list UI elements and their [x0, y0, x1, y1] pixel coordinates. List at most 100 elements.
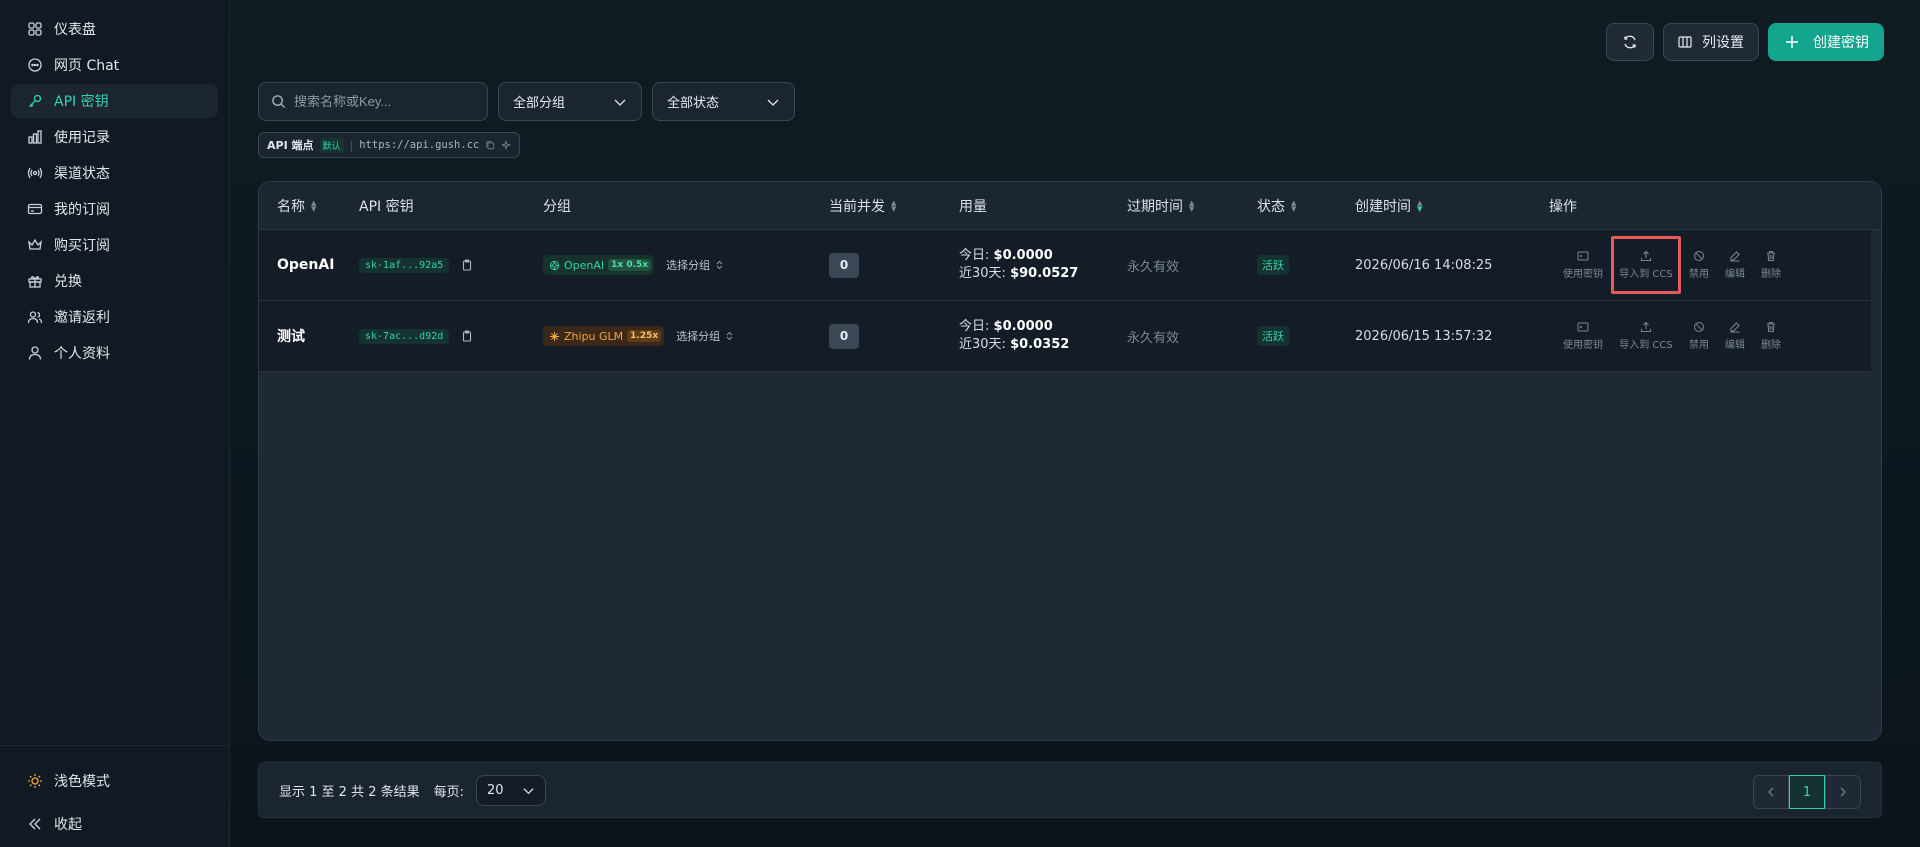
- header-name[interactable]: 名称 ▲ ▼: [259, 196, 359, 216]
- clipboard-icon[interactable]: [461, 330, 473, 342]
- collapse-label: 收起: [54, 817, 82, 833]
- api-endpoint-bar: API 端点 默认 | https://api.gush.cc: [258, 132, 521, 158]
- plus-icon: [1785, 35, 1799, 49]
- sidebar-item-dashboard[interactable]: 仪表盘: [11, 12, 218, 46]
- group-filter-select[interactable]: 全部分组: [498, 82, 642, 121]
- prev-page-button[interactable]: [1753, 775, 1789, 809]
- header-group-label: 分组: [543, 198, 571, 215]
- group-select[interactable]: 选择分组: [676, 328, 733, 344]
- page-controls: 1: [1753, 775, 1861, 809]
- column-settings-label: 列设置: [1702, 34, 1744, 50]
- edit-button[interactable]: 编辑: [1717, 307, 1753, 365]
- header-key: API 密钥: [359, 196, 543, 216]
- gift-icon: [27, 273, 43, 289]
- sparkle-icon[interactable]: [501, 140, 511, 150]
- sidebar-item-label: 我的订阅: [54, 202, 110, 218]
- sidebar-item-label: 邀请返利: [54, 310, 110, 326]
- refresh-button[interactable]: [1606, 23, 1654, 61]
- chat-icon: [27, 57, 43, 73]
- header-concurrency-label: 当前并发: [829, 198, 885, 215]
- use-key-button[interactable]: 使用密钥: [1555, 307, 1611, 365]
- sidebar: 仪表盘 网页 Chat API 密钥 使用记录 渠道状态 我的订阅 购买订阅 兑…: [0, 0, 230, 847]
- cell-status: 活跃: [1257, 326, 1355, 346]
- edit-button[interactable]: 编辑: [1717, 236, 1753, 294]
- default-badge: 默认: [319, 137, 344, 153]
- header-status-label: 状态: [1257, 198, 1285, 215]
- sidebar-item-referral[interactable]: 邀请返利: [11, 300, 218, 334]
- table-row: OpenAI sk-1af...92a5 OpenAI 1x 0.5x 选择分组…: [259, 230, 1871, 301]
- per-page-select[interactable]: 20: [476, 774, 546, 806]
- delete-label: 删除: [1761, 340, 1781, 351]
- delete-button[interactable]: 删除: [1753, 307, 1789, 365]
- sidebar-item-channel-status[interactable]: 渠道状态: [11, 156, 218, 190]
- api-key-value: sk-1af...92a5: [359, 257, 450, 273]
- double-chevron-left-icon: [27, 816, 43, 832]
- disable-button[interactable]: 禁用: [1681, 307, 1717, 365]
- main-content: 列设置 创建密钥 全部分组: [230, 0, 1920, 847]
- search-input[interactable]: [294, 94, 474, 109]
- sidebar-item-usage[interactable]: 使用记录: [11, 120, 218, 154]
- header-concurrency[interactable]: 当前并发 ▲ ▼: [829, 196, 959, 216]
- header-expiry[interactable]: 过期时间 ▲ ▼: [1127, 196, 1257, 216]
- pagination-bar: 显示 1 至 2 共 2 条结果 每页: 20 1: [258, 762, 1882, 818]
- theme-toggle-label: 浅色模式: [54, 774, 110, 790]
- create-key-button[interactable]: 创建密钥: [1768, 23, 1884, 61]
- group-select[interactable]: 选择分组: [666, 257, 723, 273]
- sidebar-item-redeem[interactable]: 兑换: [11, 264, 218, 298]
- today-usage: $0.0000: [993, 248, 1053, 263]
- theme-toggle[interactable]: 浅色模式: [11, 764, 218, 798]
- chevron-left-icon: [1765, 786, 1777, 798]
- collapse-sidebar-button[interactable]: 收起: [11, 807, 218, 841]
- today-usage: $0.0000: [993, 319, 1053, 334]
- key-icon: [27, 93, 43, 109]
- clipboard-icon[interactable]: [461, 259, 473, 271]
- sidebar-item-buy-subscription[interactable]: 购买订阅: [11, 228, 218, 262]
- cell-actions: 使用密钥 导入到 CCS 禁用 编辑 删除: [1549, 236, 1871, 294]
- sidebar-footer: 浅色模式 收起: [0, 745, 229, 847]
- sidebar-item-label: 购买订阅: [54, 238, 110, 254]
- cell-group: Zhipu GLM 1.25x 选择分组: [543, 326, 829, 346]
- month-label: 近30天:: [959, 337, 1006, 352]
- concurrency-value: 0: [829, 323, 859, 349]
- header-expiry-label: 过期时间: [1127, 198, 1183, 215]
- header-created[interactable]: 创建时间 ▲ ▼: [1355, 196, 1549, 216]
- delete-button[interactable]: 删除: [1753, 236, 1789, 294]
- cell-expiry: 永久有效: [1127, 327, 1257, 346]
- cell-name: OpenAI: [259, 257, 359, 273]
- sidebar-item-profile[interactable]: 个人资料: [11, 336, 218, 370]
- cell-created: 2026/06/16 14:08:25: [1355, 258, 1549, 273]
- upload-icon: [1640, 321, 1652, 333]
- api-key-value: sk-7ac...d92d: [359, 328, 450, 344]
- zhipu-logo-icon: [549, 331, 560, 342]
- import-to-ccs-button[interactable]: 导入到 CCS: [1611, 307, 1681, 365]
- cell-usage: 今日: $0.0000 近30天: $0.0352: [959, 318, 1127, 354]
- group-select-label: 选择分组: [666, 259, 711, 272]
- copy-icon[interactable]: [485, 140, 495, 150]
- trash-icon: [1765, 321, 1777, 333]
- status-filter-select[interactable]: 全部状态: [652, 82, 795, 121]
- next-page-button[interactable]: [1825, 775, 1861, 809]
- header-status[interactable]: 状态 ▲ ▼: [1257, 196, 1355, 216]
- sort-icon: ▲ ▼: [1291, 198, 1297, 213]
- page-number-button[interactable]: 1: [1789, 775, 1825, 809]
- cell-status: 活跃: [1257, 255, 1355, 275]
- expiry-value: 永久有效: [1127, 330, 1180, 346]
- disable-label: 禁用: [1689, 269, 1709, 280]
- api-keys-table: 名称 ▲ ▼ API 密钥 分组 当前并发 ▲ ▼ 用量 过期时间 ▲ ▼ 状态…: [258, 181, 1882, 741]
- sidebar-item-web-chat[interactable]: 网页 Chat: [11, 48, 218, 82]
- sidebar-item-label: 使用记录: [54, 130, 110, 146]
- trash-icon: [1765, 250, 1777, 262]
- header-key-label: API 密钥: [359, 198, 414, 215]
- use-key-button[interactable]: 使用密钥: [1555, 236, 1611, 294]
- import-to-ccs-button[interactable]: 导入到 CCS: [1611, 236, 1681, 294]
- sun-icon: [27, 773, 43, 789]
- sidebar-item-label: 兑换: [54, 274, 82, 290]
- created-time: 2026/06/16 14:08:25: [1355, 257, 1493, 273]
- edit-label: 编辑: [1725, 340, 1745, 351]
- column-settings-button[interactable]: 列设置: [1663, 23, 1759, 61]
- sidebar-item-my-subscription[interactable]: 我的订阅: [11, 192, 218, 226]
- edit-icon: [1729, 250, 1741, 262]
- disable-button[interactable]: 禁用: [1681, 236, 1717, 294]
- use-key-label: 使用密钥: [1563, 340, 1603, 351]
- sidebar-item-api-keys[interactable]: API 密钥: [11, 84, 218, 118]
